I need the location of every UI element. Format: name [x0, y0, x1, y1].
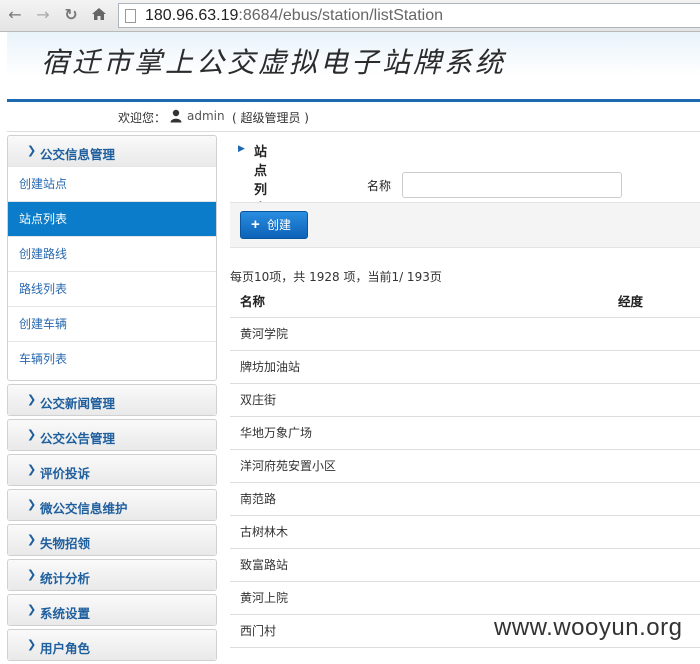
chevron-right-icon: ❯ [27, 393, 37, 406]
cell-name: 南范路 [230, 482, 618, 516]
welcome-bar: 欢迎您： admin ( 超级管理员 ) [7, 102, 700, 132]
sidebar-group-label: 公交信息管理 [40, 147, 116, 162]
sidebar-group-label: 失物招领 [40, 536, 91, 551]
column-header-name[interactable]: 名称 [230, 284, 618, 318]
search-label: 名称 [367, 179, 392, 193]
url-text[interactable]: 180.96.63.19:8684/ebus/station/listStati… [145, 7, 443, 25]
sidebar-item-route-list[interactable]: 路线列表 [8, 271, 216, 306]
user-icon [170, 109, 182, 123]
chevron-right-icon: ❯ [27, 568, 37, 581]
cell-name: 华地万象广场 [230, 416, 618, 450]
cell-name: 黄河学院 [230, 317, 618, 351]
create-button[interactable]: + 创建 [240, 211, 308, 239]
sidebar-group-label: 系统设置 [40, 606, 91, 621]
search-form: 名称 [230, 171, 700, 201]
cell-longitude [618, 482, 700, 516]
action-toolbar: + 创建 [230, 202, 700, 248]
table-row[interactable]: 南范路 [230, 482, 700, 516]
sidebar-item-station-list[interactable]: 站点列表 [8, 201, 216, 236]
table-row[interactable]: 致富路站 [230, 548, 700, 582]
sidebar-group-lost-found[interactable]: ❯ 失物招领 [7, 524, 217, 556]
url-host: 180.96.63.19 [145, 7, 239, 24]
sidebar-item-vehicle-list[interactable]: 车辆列表 [8, 341, 216, 376]
table-header-row: 名称 经度 [230, 284, 700, 318]
sidebar-group-label: 公交新闻管理 [40, 396, 116, 411]
table-row[interactable]: 牌坊加油站 [230, 350, 700, 384]
cell-longitude [618, 317, 700, 351]
browser-toolbar: ← → ↻ 180.96.63.19:8684/ebus/station/lis… [0, 0, 700, 32]
chevron-right-icon: ❯ [27, 533, 37, 546]
sidebar: ❯ 公交信息管理 创建站点 站点列表 创建路线 路线列表 创建车辆 车辆列表 ❯… [7, 135, 217, 664]
chevron-right-icon: ❯ [27, 463, 37, 476]
table-row[interactable]: 古树林木 [230, 515, 700, 549]
table-row[interactable]: 洋河府苑安置小区 [230, 449, 700, 483]
url-path: :8684/ebus/station/listStation [238, 7, 443, 24]
cell-name: 双庄街 [230, 383, 618, 417]
cell-name: 黄河上院 [230, 581, 618, 615]
sidebar-item-create-station[interactable]: 创建站点 [8, 166, 216, 201]
cell-name: 致富路站 [230, 548, 618, 582]
cell-longitude [618, 581, 700, 615]
table-row[interactable]: 双庄街 [230, 383, 700, 417]
username-link[interactable]: admin [187, 109, 225, 123]
home-icon[interactable] [90, 6, 108, 24]
sidebar-group-notice[interactable]: ❯ 公交公告管理 [7, 419, 217, 451]
sidebar-group-statistics[interactable]: ❯ 统计分析 [7, 559, 217, 591]
table-row[interactable]: 黄河学院 [230, 317, 700, 351]
sidebar-group-settings[interactable]: ❯ 系统设置 [7, 594, 217, 626]
back-icon[interactable]: ← [6, 6, 24, 24]
chevron-right-icon: ❯ [27, 428, 37, 441]
sidebar-group-label: 公交公告管理 [40, 431, 116, 446]
column-header-longitude[interactable]: 经度 [618, 284, 700, 318]
sidebar-group-label: 统计分析 [40, 571, 91, 586]
reload-icon[interactable]: ↻ [62, 6, 80, 24]
cell-longitude [618, 548, 700, 582]
forward-icon[interactable]: → [34, 6, 52, 24]
cell-longitude [618, 416, 700, 450]
table-body: 黄河学院 牌坊加油站 双庄街 华地万象广场 洋河府苑安置小区 南范路 古树林木 … [230, 317, 700, 648]
sidebar-submenu: 创建站点 站点列表 创建路线 路线列表 创建车辆 车辆列表 [8, 166, 216, 380]
search-input[interactable] [402, 172, 622, 198]
welcome-label: 欢迎您： [118, 111, 167, 125]
cell-name: 洋河府苑安置小区 [230, 449, 618, 483]
table-row[interactable]: 华地万象广场 [230, 416, 700, 450]
page-icon [125, 9, 136, 23]
cell-longitude [618, 449, 700, 483]
watermark: www.wooyun.org [494, 614, 683, 641]
sidebar-group-label: 用户角色 [40, 641, 91, 656]
plus-icon: + [251, 216, 260, 233]
table-row[interactable]: 黄河上院 [230, 581, 700, 615]
sidebar-group-label: 评价投诉 [40, 466, 91, 481]
site-title: 宿迁市掌上公交虚拟电子站牌系统 [41, 46, 507, 79]
cell-longitude [618, 515, 700, 549]
pagination-info: 每页10项，共 1928 项，当前1/ 193页 [230, 270, 442, 284]
address-bar[interactable]: 180.96.63.19:8684/ebus/station/listStati… [118, 3, 700, 28]
station-table: 名称 经度 黄河学院 牌坊加油站 双庄街 华地万象广场 洋河府苑安置小区 南范路… [230, 284, 700, 648]
sidebar-group-label: 微公交信息维护 [40, 501, 128, 516]
cell-longitude [618, 350, 700, 384]
sidebar-group-feedback[interactable]: ❯ 评价投诉 [7, 454, 217, 486]
sidebar-group-news[interactable]: ❯ 公交新闻管理 [7, 384, 217, 416]
sidebar-group-user-roles[interactable]: ❯ 用户角色 [7, 629, 217, 661]
chevron-right-icon: ❯ [27, 603, 37, 616]
cell-name: 古树林木 [230, 515, 618, 549]
cell-name: 牌坊加油站 [230, 350, 618, 384]
user-role: ( 超级管理员 ) [232, 111, 309, 125]
cell-longitude [618, 383, 700, 417]
chevron-right-icon: ❯ [27, 144, 37, 157]
sidebar-group-micro-bus[interactable]: ❯ 微公交信息维护 [7, 489, 217, 521]
sidebar-group-bus-info: ❯ 公交信息管理 创建站点 站点列表 创建路线 路线列表 创建车辆 车辆列表 [7, 135, 217, 381]
sidebar-item-create-vehicle[interactable]: 创建车辆 [8, 306, 216, 341]
sidebar-group-header[interactable]: ❯ 公交信息管理 [8, 136, 216, 166]
create-button-label: 创建 [267, 218, 292, 232]
chevron-right-icon: ❯ [27, 638, 37, 651]
sidebar-item-create-route[interactable]: 创建路线 [8, 236, 216, 271]
site-header: 宿迁市掌上公交虚拟电子站牌系统 [7, 32, 700, 100]
triangle-right-icon: ▶ [238, 144, 245, 154]
chevron-right-icon: ❯ [27, 498, 37, 511]
